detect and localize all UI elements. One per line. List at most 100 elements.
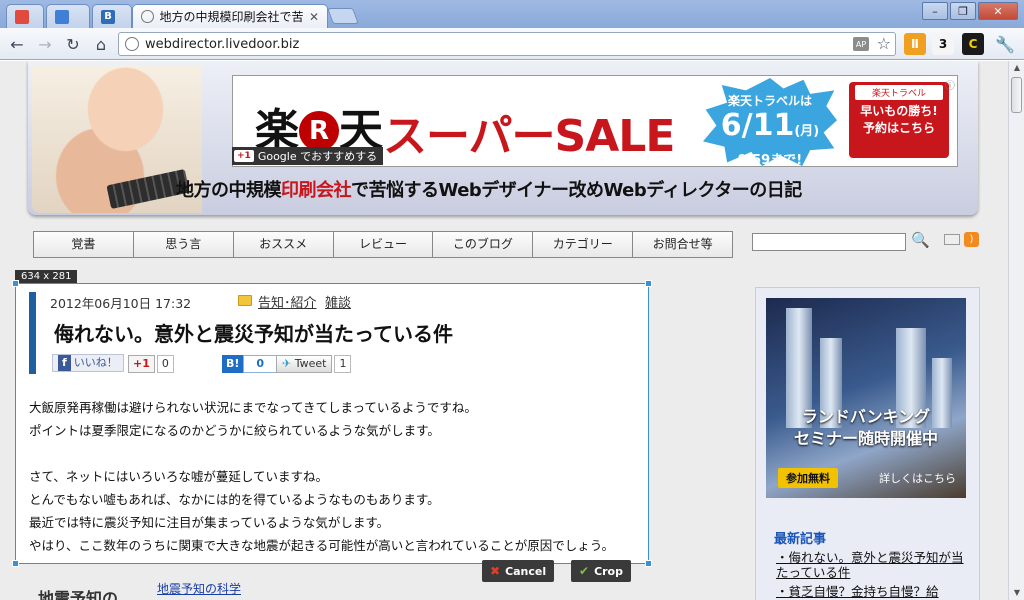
nav-item-thoughts[interactable]: 思う言 bbox=[134, 232, 234, 257]
travel-promo-box[interactable]: 楽天トラベル 早いもの勝ち! 予約はこちら bbox=[849, 82, 949, 158]
vertical-scrollbar[interactable]: ▲ ▼ bbox=[1008, 61, 1024, 600]
hatena-icon: B bbox=[101, 9, 115, 24]
back-button[interactable]: ← bbox=[6, 33, 28, 55]
browser-toolbar: ← → ↻ ⌂ webdirector.livedoor.biz AP ☆ Ⅱ … bbox=[0, 28, 1024, 60]
post-paragraph: さて、ネットにはいろいろな嘘が蔓延していますね。 bbox=[29, 469, 329, 484]
category-link[interactable]: 告知･紹介 bbox=[258, 292, 317, 311]
side-ad-line: セミナー随時開催中 bbox=[793, 429, 938, 448]
scroll-thumb[interactable] bbox=[1011, 77, 1022, 113]
gplus-count: 0 bbox=[156, 355, 174, 373]
post-paragraph: やはり、ここ数年のうちに関東で大きな地震が起きる可能性が高いと言われていることが… bbox=[29, 538, 615, 553]
post-paragraph: 最近では特に震災予知に注目が集まっているような気がします。 bbox=[29, 515, 390, 530]
nav-item-category[interactable]: カテゴリー bbox=[533, 232, 634, 257]
nav-item-about[interactable]: このブログ bbox=[433, 232, 534, 257]
facebook-icon: f bbox=[58, 355, 71, 371]
related-link[interactable]: 地震予知の科学 bbox=[157, 580, 241, 597]
close-window-button[interactable]: ✕ bbox=[978, 2, 1018, 20]
new-tab-button[interactable] bbox=[327, 8, 359, 24]
crop-button[interactable]: ✔ Crop bbox=[571, 560, 631, 582]
nav-item-recommend[interactable]: おススメ bbox=[234, 232, 334, 257]
counter-extension-icon[interactable]: 3 bbox=[932, 33, 954, 55]
burst-date: 6/11 bbox=[720, 108, 795, 143]
evernote-extension-icon[interactable]: C bbox=[962, 33, 984, 55]
sidebar: ランドバンキング セミナー随時開催中 参加無料 詳しくはこちら 最新記事 ・侮れ… bbox=[755, 287, 980, 600]
nav-item-review[interactable]: レビュー bbox=[334, 232, 434, 257]
checkmark-icon: ✔ bbox=[579, 564, 590, 578]
tab-strip: B 地方の中規模印刷会社で苦悩するWebデザイナー改めWebディレクターの日記 … bbox=[0, 0, 1024, 28]
crop-handle[interactable] bbox=[645, 560, 652, 567]
post-paragraph: 大飯原発再稼働は避けられない状況にまでなってきてしまっているようですね。 bbox=[29, 400, 477, 415]
gplus-share[interactable]: +1 0 bbox=[128, 354, 174, 374]
post-accent-bar bbox=[29, 292, 36, 374]
hatena-icon: B! bbox=[222, 355, 244, 373]
minimize-button[interactable]: – bbox=[922, 2, 948, 20]
forward-button[interactable]: → bbox=[34, 33, 56, 55]
folder-icon bbox=[238, 295, 252, 306]
home-button[interactable]: ⌂ bbox=[90, 33, 112, 55]
tweet-label: Tweet bbox=[294, 357, 327, 370]
scroll-down-arrow[interactable]: ▼ bbox=[1009, 586, 1024, 600]
forward-arrow-icon: → bbox=[38, 34, 52, 54]
date-burst: 楽天トラベルは 6/11(月) 9:59まで! bbox=[703, 78, 837, 166]
rss-icon[interactable]: ) bbox=[964, 232, 979, 247]
address-bar[interactable]: webdirector.livedoor.biz AP ☆ bbox=[118, 32, 896, 56]
recent-post-link[interactable]: ・貧乏自慢？金持ち自慢？給 bbox=[776, 584, 966, 599]
crop-handle[interactable] bbox=[12, 560, 19, 567]
tab-gmail[interactable] bbox=[6, 4, 44, 28]
crop-size-label: 634 x 281 bbox=[15, 270, 78, 284]
post-paragraph: ポイントは夏季限定になるのかどうかに絞られているような気がします。 bbox=[29, 423, 440, 438]
cancel-button[interactable]: ✖ Cancel bbox=[482, 560, 555, 582]
recent-post-title: 貧乏自慢？金持ち自慢？給 bbox=[788, 584, 939, 599]
next-section-heading: 地震予知の bbox=[38, 589, 119, 600]
tab-hatena[interactable]: B bbox=[92, 4, 132, 28]
fork-extension-icon[interactable]: Ⅱ bbox=[904, 33, 926, 55]
travel-logo: 楽天トラベル bbox=[855, 85, 943, 100]
free-entry-badge: 参加無料 bbox=[778, 468, 838, 488]
maximize-button[interactable]: ❐ bbox=[950, 2, 976, 20]
blog-title[interactable]: 地方の中規模印刷会社で苦悩するWebデザイナー改めWebディレクターの日記 bbox=[176, 176, 802, 202]
post-title[interactable]: 侮れない。意外と震災予知が当たっている件 bbox=[54, 318, 453, 347]
blog-title-highlight: 印刷会社 bbox=[281, 180, 352, 201]
nav-item-memo[interactable]: 覚書 bbox=[34, 232, 134, 257]
burst-line: 楽天トラベルは bbox=[727, 94, 812, 108]
promo-line: 予約はこちら bbox=[862, 121, 935, 135]
crop-label: Crop bbox=[594, 564, 623, 578]
blog-nav: 覚書 思う言 おススメ レビュー このブログ カテゴリー お問合せ等 bbox=[33, 231, 733, 258]
wrench-icon[interactable]: 🔧 bbox=[994, 33, 1016, 55]
search-icon[interactable]: 🔍 bbox=[911, 231, 930, 249]
close-icon[interactable]: ✕ bbox=[309, 10, 319, 24]
pencil-icon bbox=[55, 9, 69, 24]
tab-edit[interactable] bbox=[46, 4, 90, 28]
crop-handle[interactable] bbox=[645, 280, 652, 287]
tab-title: 地方の中規模印刷会社で苦悩するWebデザイナー改めWebディレクターの日記 bbox=[159, 10, 303, 24]
reload-button[interactable]: ↻ bbox=[62, 33, 84, 55]
tweet-share[interactable]: ✈ Tweet 1 bbox=[276, 354, 352, 374]
crop-handle[interactable] bbox=[12, 280, 19, 287]
tab-current[interactable]: 地方の中規模印刷会社で苦悩するWebデザイナー改めWebディレクターの日記 ✕ bbox=[132, 4, 328, 28]
recent-post-link[interactable]: ・侮れない。意外と震災予知が当たっている件 bbox=[776, 550, 966, 580]
ad-info-icon[interactable]: ⓘ bbox=[945, 77, 955, 92]
home-icon: ⌂ bbox=[95, 34, 107, 54]
site-search-input[interactable] bbox=[752, 233, 906, 251]
tweet-button[interactable]: ✈ Tweet bbox=[276, 355, 333, 373]
category-link[interactable]: 雑談 bbox=[325, 292, 351, 311]
twitter-bird-icon: ✈ bbox=[282, 357, 292, 370]
tweet-count: 1 bbox=[334, 355, 352, 373]
mail-icon[interactable] bbox=[944, 234, 960, 245]
gplus-button[interactable]: +1 bbox=[128, 355, 155, 373]
bookmark-star-icon[interactable]: ☆ bbox=[877, 34, 891, 53]
address-text[interactable]: webdirector.livedoor.biz bbox=[145, 37, 299, 52]
details-link[interactable]: 詳しくはこちら bbox=[879, 470, 956, 486]
facebook-like-button[interactable]: f いいね！ bbox=[52, 354, 124, 372]
scroll-up-arrow[interactable]: ▲ bbox=[1009, 61, 1024, 75]
google-plus-recommend[interactable]: +1 Google でおすすめする bbox=[232, 147, 384, 165]
recent-post-title: 侮れない。意外と震災予知が当たっている件 bbox=[776, 550, 964, 580]
landbanking-ad[interactable]: ランドバンキング セミナー随時開催中 参加無料 詳しくはこちら bbox=[766, 298, 966, 498]
translate-icon[interactable]: AP bbox=[853, 37, 869, 51]
cancel-label: Cancel bbox=[505, 564, 547, 578]
hatena-bookmark[interactable]: B! 0 bbox=[222, 354, 278, 374]
crop-selection[interactable]: 2012年06月10日 17:32 告知･紹介 雑談 侮れない。意外と震災予知が… bbox=[15, 283, 649, 564]
post-date: 2012年06月10日 17:32 bbox=[50, 296, 192, 311]
post-paragraph bbox=[29, 442, 614, 465]
nav-item-contact[interactable]: お問合せ等 bbox=[633, 232, 732, 257]
